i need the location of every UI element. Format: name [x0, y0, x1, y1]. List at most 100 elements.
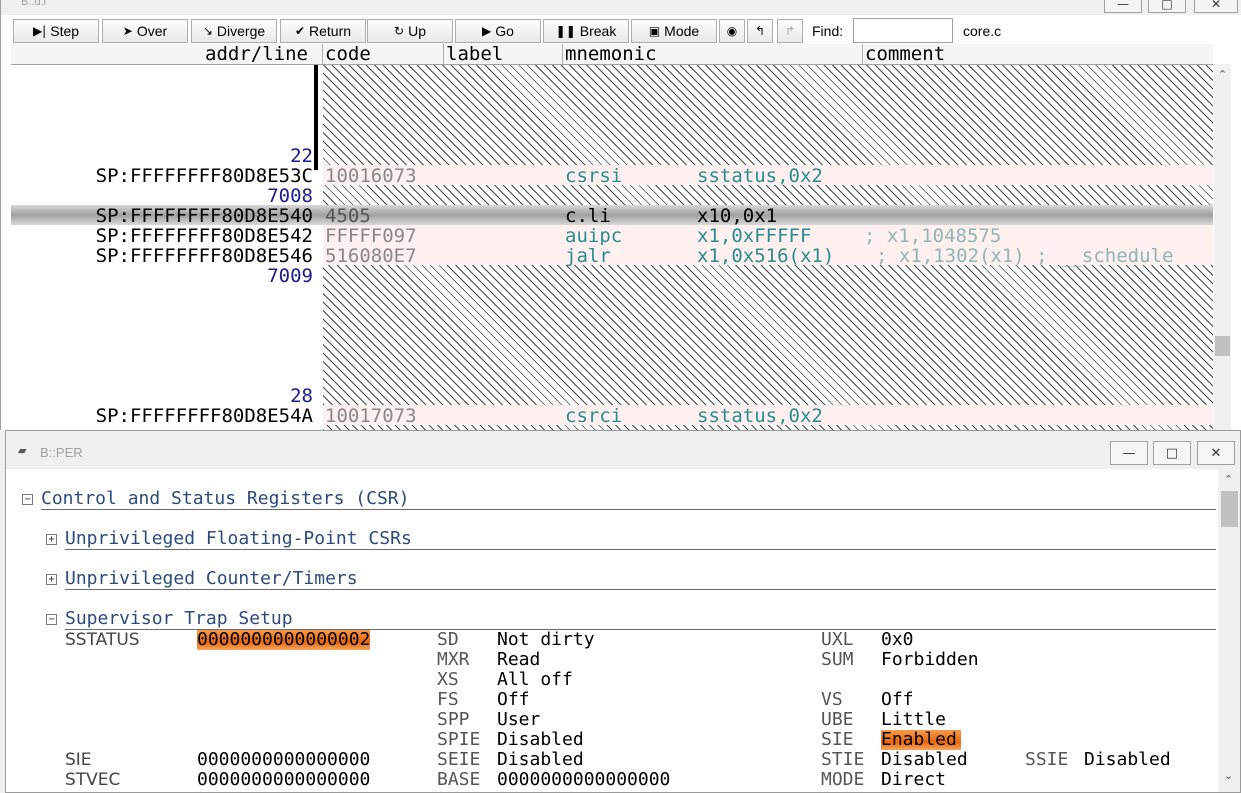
maximize-icon: □ — [1165, 445, 1179, 461]
find-label: Find: — [812, 23, 844, 39]
debug-toolbar: ▶| Step ➤ Over ↘ Diverge ✔ Return ↻ Up ▶ Go ❚❚… — [11, 18, 1241, 44]
mnemonic: c.li — [565, 205, 611, 227]
list-column-header: addr/line code label mnemonic comment — [11, 43, 1213, 65]
back-button[interactable]: ↰ — [747, 19, 773, 43]
expand-icon[interactable]: + — [46, 574, 57, 585]
per-vertical-scrollbar[interactable]: ⌃ ⌄ — [1218, 469, 1240, 792]
column-separator[interactable] — [562, 44, 563, 64]
field-name: SSIE — [1025, 749, 1069, 770]
addr-column-header[interactable]: addr/line — [205, 43, 308, 65]
go-button[interactable]: ▶ Go — [455, 19, 541, 43]
maximize-icon: □ — [1161, 0, 1173, 11]
up-icon: ↻ — [394, 24, 405, 38]
instruction-row-current[interactable]: 4505 c.li x10,0x1 — [323, 205, 1213, 227]
collapse-icon[interactable]: − — [22, 494, 33, 505]
peripheral-window: ▰ B::PER — □ ✕ − Control and Status Regi… — [5, 430, 1241, 793]
field-value[interactable]: User — [497, 710, 540, 730]
field-value[interactable]: All off — [497, 670, 573, 690]
break-button[interactable]: ❚❚ Break — [543, 19, 629, 43]
glasses-button[interactable]: ◉ — [719, 19, 745, 43]
comment: ; x1,1302(x1) ; __schedule — [876, 245, 1174, 267]
address-column: 22 SP:FFFFFFFF80D8E53C 7008 SP:FFFFFFFF8… — [11, 65, 313, 430]
column-separator[interactable] — [443, 44, 444, 64]
per-scroll-thumb[interactable] — [1221, 491, 1238, 527]
register-value-sstatus[interactable]: 0000000000000002 — [197, 630, 371, 650]
list-window: B::d.l — □ ✕ ▶| Step ➤ Over ↘ Diverge ✔ Retu… — [0, 0, 1241, 430]
register-name: SSTATUS — [65, 630, 140, 650]
csr-root-label[interactable]: Control and Status Registers (CSR) — [41, 488, 409, 509]
mnemonic-column-header[interactable]: mnemonic — [565, 43, 657, 65]
mnemonic: auipc — [565, 225, 623, 247]
instruction-address[interactable]: SP:FFFFFFFF80D8E542 — [11, 225, 313, 247]
instruction-address[interactable]: SP:FFFFFFFF80D8E53C — [11, 165, 313, 187]
instruction-row[interactable]: FFFFF097 auipc x1,0xFFFFF ; x1,1048575 — [323, 225, 1213, 247]
field-value[interactable]: Off — [881, 690, 914, 710]
code-column-header[interactable]: code — [325, 43, 371, 65]
collapse-icon[interactable]: − — [46, 614, 57, 625]
column-separator[interactable] — [862, 44, 863, 64]
diverge-button[interactable]: ↘ Diverge — [191, 19, 277, 43]
instruction-address[interactable]: SP:FFFFFFFF80D8E54A — [11, 405, 313, 427]
operands: x1,0x516(x1) — [697, 245, 835, 267]
field-value[interactable]: Disabled — [497, 730, 584, 750]
step-icon: ▶| — [32, 24, 47, 38]
field-value[interactable]: Disabled — [1084, 750, 1171, 770]
source-line-number[interactable]: 7008 — [11, 185, 313, 207]
field-value[interactable]: Direct — [881, 770, 946, 790]
field-value[interactable]: Read — [497, 650, 540, 670]
field-value[interactable]: 0000000000000000 — [497, 770, 670, 790]
column-separator[interactable] — [322, 44, 323, 64]
instruction-address[interactable]: SP:FFFFFFFF80D8E546 — [11, 245, 313, 267]
operands: x1,0xFFFFF — [697, 225, 812, 247]
instruction-row[interactable]: 10016073 csrsi sstatus,0x2 — [323, 165, 1213, 187]
mode-button[interactable]: ▣ Mode — [631, 19, 717, 43]
mnemonic: csrsi — [565, 165, 623, 187]
per-maximize-button[interactable]: □ — [1153, 441, 1191, 465]
instruction-row[interactable]: 10017073 csrci sstatus,0x2 — [323, 405, 1213, 427]
register-value-sie[interactable]: 0000000000000000 — [197, 750, 370, 770]
scroll-down-icon[interactable]: ⌄ — [1220, 769, 1237, 782]
up-button[interactable]: ↻ Up — [367, 19, 453, 43]
field-value[interactable]: Forbidden — [881, 650, 979, 670]
label-column-header[interactable]: label — [446, 43, 503, 65]
expand-icon[interactable]: + — [46, 534, 57, 545]
field-value[interactable]: Off — [497, 690, 530, 710]
per-close-button[interactable]: ✕ — [1197, 441, 1235, 465]
field-name: SPIE — [437, 729, 481, 750]
register-value-stvec[interactable]: 0000000000000000 — [197, 770, 370, 790]
comment-column-header[interactable]: comment — [865, 43, 945, 65]
source-line-number[interactable]: 28 — [11, 385, 313, 407]
instruction-address-current[interactable]: SP:FFFFFFFF80D8E540 — [11, 205, 313, 227]
field-name: UBE — [821, 709, 854, 730]
breakpoint-bar[interactable] — [314, 65, 318, 170]
register-tree: − Control and Status Registers (CSR) + U… — [6, 469, 1218, 792]
scroll-up-icon[interactable]: ⌃ — [1214, 68, 1231, 81]
list-vertical-scrollbar[interactable]: ⌃ — [1214, 64, 1231, 430]
list-minimize-button[interactable]: — — [1104, 0, 1142, 13]
step-button[interactable]: ▶| Step — [13, 19, 99, 43]
tree-group-label[interactable]: Unprivileged Floating-Point CSRs — [65, 528, 412, 549]
per-minimize-button[interactable]: — — [1110, 441, 1148, 465]
source-line-number[interactable]: 7009 — [11, 265, 313, 287]
list-close-button[interactable]: ✕ — [1194, 0, 1238, 13]
return-button[interactable]: ✔ Return — [280, 19, 366, 43]
field-value-sie-enabled[interactable]: Enabled — [881, 730, 961, 750]
field-value[interactable]: Disabled — [497, 750, 584, 770]
field-value[interactable]: Not dirty — [497, 630, 595, 650]
tree-group-label[interactable]: Unprivileged Counter/Timers — [65, 568, 358, 589]
instruction-row[interactable]: 516080E7 jalr x1,0x516(x1) ; x1,1302(x1)… — [323, 245, 1213, 267]
over-button[interactable]: ➤ Over — [102, 19, 188, 43]
tree-divider — [65, 589, 1216, 590]
forward-button[interactable]: ↱ — [777, 19, 803, 43]
list-scroll-thumb[interactable] — [1215, 336, 1230, 356]
field-value[interactable]: Little — [881, 710, 946, 730]
scroll-up-icon[interactable]: ⌃ — [1220, 473, 1237, 486]
field-value[interactable]: 0x0 — [881, 630, 914, 650]
forward-arrow-icon: ↱ — [784, 24, 796, 38]
find-input[interactable] — [853, 18, 953, 43]
over-icon: ➤ — [122, 24, 133, 38]
field-value[interactable]: Disabled — [881, 750, 968, 770]
list-maximize-button[interactable]: □ — [1148, 0, 1186, 13]
tree-group-label[interactable]: Supervisor Trap Setup — [65, 608, 293, 629]
source-line-number[interactable]: 22 — [11, 145, 313, 167]
